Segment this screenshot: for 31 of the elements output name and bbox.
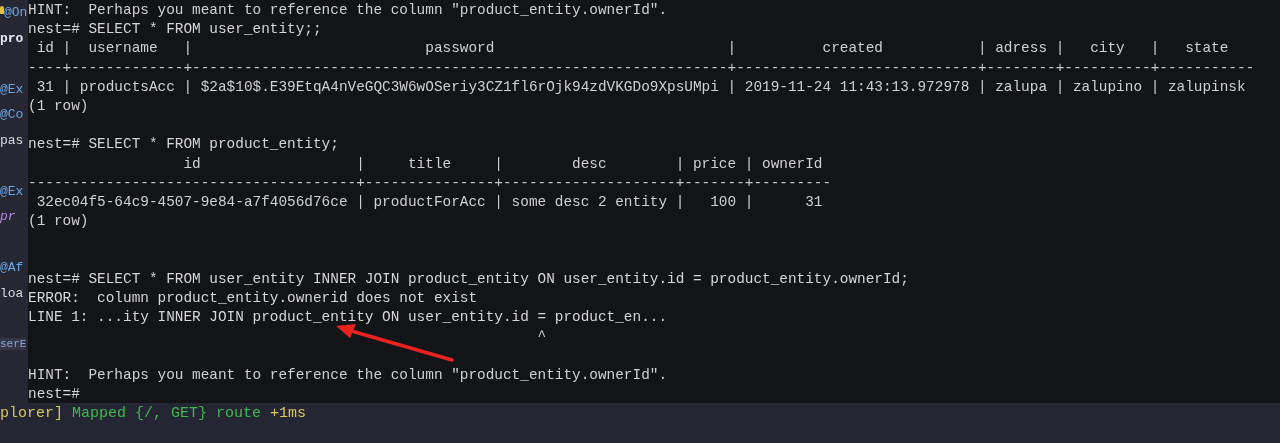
lightbulb-icon[interactable] <box>0 6 4 14</box>
caret-marker-line: ^ <box>536 328 547 345</box>
code-fragment: @On <box>4 5 28 21</box>
hint-line: HINT: Perhaps you meant to reference the column "product_entity.ownerId". <box>28 2 668 18</box>
table-divider-line: --------------------------------------+---------------+--------------------+-------+--------- <box>28 174 832 191</box>
editor-tab-label[interactable]: serE <box>0 338 27 351</box>
code-fragment: @Af <box>0 260 24 276</box>
error-line: LINE 1: ...ity INNER JOIN product_entity ON user_entity.id = product_en... <box>28 309 668 325</box>
code-fragment: pro <box>0 30 24 46</box>
row-count-line: (1 row) <box>28 97 89 114</box>
row-count-line: (1 row) <box>28 213 89 230</box>
log-text: +1ms <box>270 405 307 422</box>
log-text: Mapped {/, GET} route <box>72 405 262 422</box>
code-fragment: @Ex <box>0 81 24 97</box>
prompt-line: nest=# SELECT * FROM user_entity;; <box>28 21 322 38</box>
prompt-line: nest=# SELECT * FROM user_entity INNER JOIN product_entity ON user_entity.id = product_entity.ownerId; <box>28 270 909 287</box>
log-text: plorer] <box>0 405 63 422</box>
table-divider-line: ----+-------------+--------------------------------------------------------------+----------------------------+--------+----------+----------- <box>28 59 1255 76</box>
prompt-line: nest=# <box>28 385 80 402</box>
code-fragment: loa <box>0 285 24 301</box>
hint-line: HINT: Perhaps you meant to reference the column "product_entity.ownerId". <box>28 366 668 383</box>
table-header-line: id | title | desc | price | ownerId <box>182 155 823 172</box>
table-row-line: 32ec04f5-64c9-4507-9e84-a7f4056d76ce | productForAcc | some desc 2 entity | 100 | 31 <box>35 193 823 210</box>
code-fragment: pas <box>0 132 24 148</box>
code-fragment: @Co <box>0 107 24 123</box>
code-fragment: @Ex <box>0 183 24 199</box>
error-line: ERROR: column product_entity.ownerid does not exist <box>28 289 478 306</box>
code-fragment: pr <box>0 209 16 225</box>
table-header-line: id | username | password | created | adress | city | state <box>35 40 1229 57</box>
table-row-line: 31 | productsAcc | $2a$10$.E39EtqA4nVeGQC3W6wOSeriy3CZ1fl6rOjk94zdVKGDo9XpsUMpi | 2019-11-24 11:43:13.972978 | zalupa | zalupino | zalupinsk <box>35 78 1246 95</box>
prompt-line: nest=# SELECT * FROM product_entity; <box>28 136 339 153</box>
